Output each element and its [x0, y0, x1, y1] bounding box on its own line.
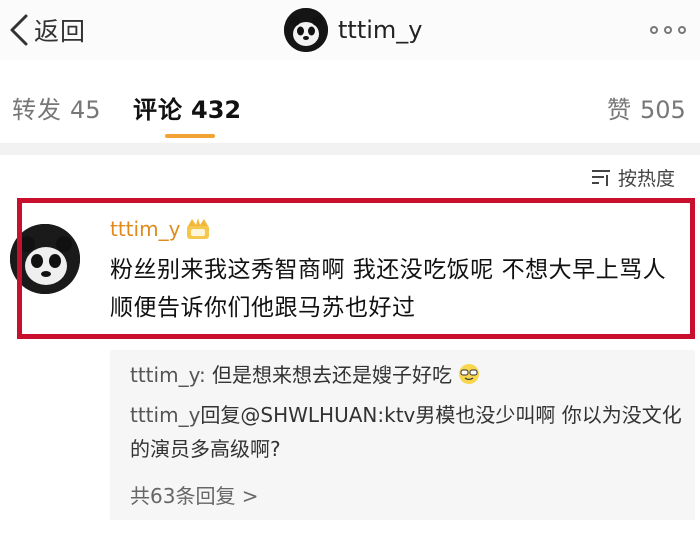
chevron-left-icon — [10, 14, 28, 46]
dot-icon — [678, 26, 686, 34]
sunglasses-emoji-icon — [459, 364, 480, 384]
tab-label: 评论 — [133, 96, 183, 124]
tab-reposts[interactable]: 转发 45 — [12, 90, 101, 125]
sort-by-hot-button[interactable]: 按热度 — [590, 162, 675, 192]
dot-icon — [650, 26, 658, 34]
reply-user: tttim_y — [130, 403, 201, 427]
section-divider — [0, 143, 700, 155]
view-more-replies-link[interactable]: 共63条回复 > — [130, 480, 259, 509]
top-nav-bar: 返回 tttim_y — [0, 0, 700, 60]
profile-title[interactable]: tttim_y — [284, 7, 422, 53]
back-label: 返回 — [34, 17, 87, 46]
replies-panel: tttim_y: 但是想来想去还是嫂子好吃 tttim_y回复@SHWLHUAN… — [110, 350, 695, 520]
sort-icon — [592, 170, 610, 186]
reply-item[interactable]: tttim_y回复@SHWLHUAN:ktv男模也没少叫啊 你以为没文化的演员多… — [130, 398, 690, 466]
page-title: tttim_y — [338, 16, 423, 44]
dot-icon — [664, 26, 672, 34]
tab-count: 45 — [70, 96, 101, 124]
reply-text: 回复@SHWLHUAN:ktv男模也没少叫啊 你以为没文化的演员多高级啊? — [130, 403, 682, 461]
reply-text: 但是想来想去还是嫂子好吃 — [205, 363, 453, 387]
sort-label: 按热度 — [618, 167, 676, 190]
tab-label: 转发 — [12, 96, 62, 124]
panda-avatar-icon — [284, 8, 328, 52]
weibo-comments-page: 返回 tttim_y 转发 45 评论 432 赞 505 按热度 tttim_… — [0, 0, 700, 537]
tab-comments[interactable]: 评论 432 — [133, 90, 241, 125]
tab-bar: 转发 45 评论 432 赞 505 — [0, 70, 700, 140]
tab-count: 432 — [191, 96, 242, 124]
highlight-box — [17, 198, 695, 339]
more-options-button[interactable] — [650, 20, 690, 40]
reply-user: tttim_y: — [130, 363, 206, 387]
active-tab-indicator — [165, 134, 215, 138]
reply-item[interactable]: tttim_y: 但是想来想去还是嫂子好吃 — [130, 358, 480, 392]
tab-label: 赞 — [607, 96, 632, 124]
avatar — [284, 8, 328, 52]
back-button[interactable]: 返回 — [8, 12, 86, 48]
tab-likes[interactable]: 赞 505 — [607, 90, 686, 125]
tab-count: 505 — [640, 96, 686, 124]
